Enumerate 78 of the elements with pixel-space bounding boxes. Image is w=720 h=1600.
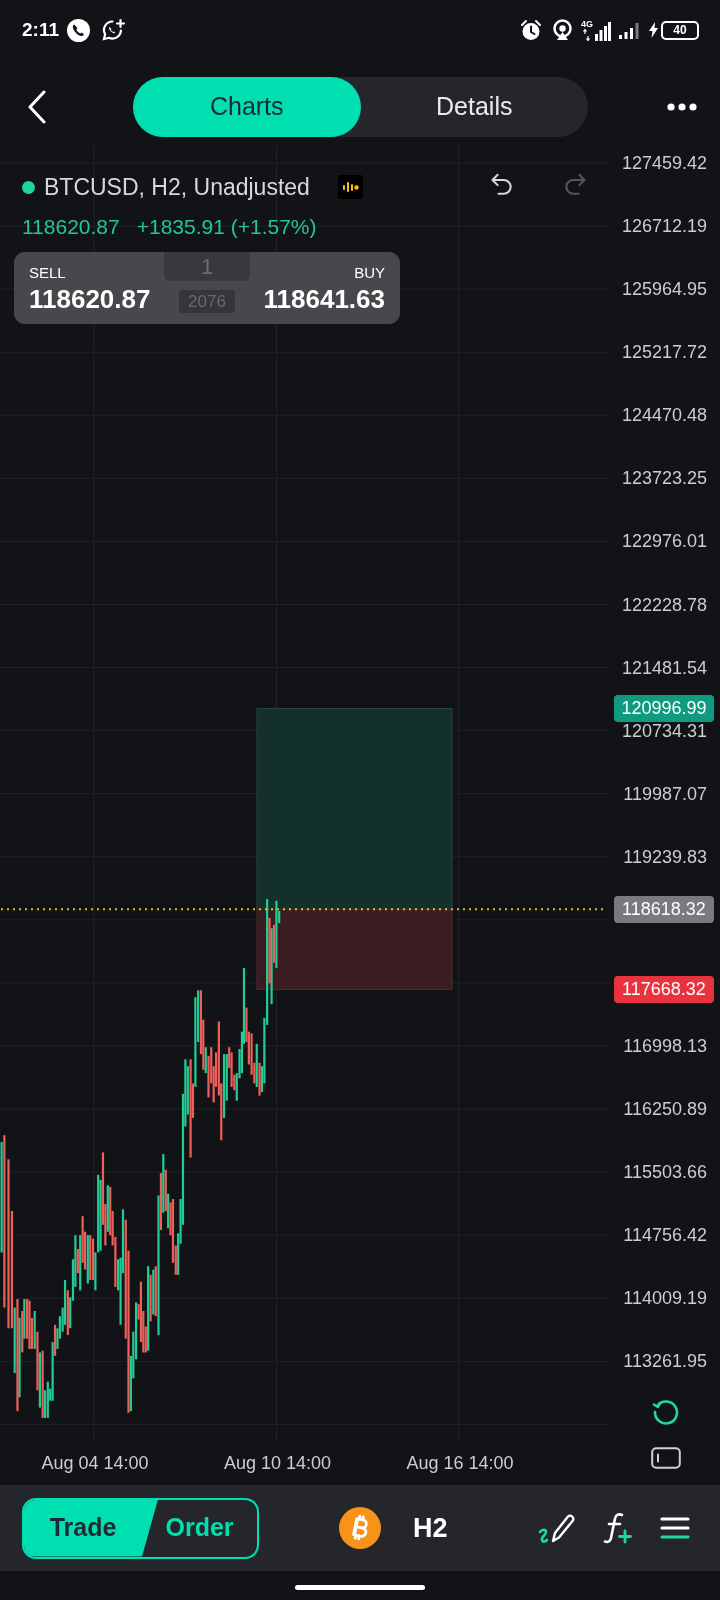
rising-candle — [79, 1235, 82, 1291]
rising-candle — [152, 1269, 155, 1315]
landscape-icon — [651, 1447, 681, 1469]
status-time: 2:11 — [22, 18, 59, 42]
price-axis-label: 121481.54 — [621, 659, 707, 677]
falling-candle — [21, 1311, 24, 1353]
rising-candle — [23, 1299, 26, 1339]
price-axis-label: 120734.31 — [621, 722, 707, 740]
falling-candle — [149, 1274, 152, 1322]
price-axis-label: 114009.19 — [623, 1289, 707, 1307]
time-axis-label: Aug 16 14:00 — [406, 1453, 514, 1473]
price-axis-label: 125217.72 — [621, 343, 707, 361]
price-axis-label: 123723.25 — [621, 469, 707, 487]
price-axis-label: 124470.48 — [621, 406, 707, 424]
symbol-title: BTCUSD, H2, Unadjusted — [44, 173, 310, 201]
timeframe-button[interactable]: H2 — [407, 1503, 454, 1553]
rising-candle — [167, 1193, 170, 1229]
price-axis-label: 122976.01 — [621, 532, 707, 550]
rising-candle — [162, 1154, 165, 1213]
falling-candle — [66, 1290, 69, 1336]
chat-icon — [101, 17, 126, 43]
mode-tab[interactable]: Trade — [24, 1499, 158, 1557]
price-axis-label: 116998.13 — [623, 1037, 707, 1055]
price-axis-label: 126712.19 — [621, 217, 707, 235]
price-axis-label: 116250.89 — [623, 1100, 707, 1118]
sell-label: SELL — [29, 264, 66, 282]
mode-tab[interactable]: Order — [158, 1499, 257, 1557]
falling-candle — [53, 1324, 57, 1356]
price-axis-label: 113261.95 — [623, 1352, 707, 1370]
falling-candle — [36, 1331, 39, 1391]
data-arrows-icon — [583, 28, 591, 41]
menu-icon — [660, 1516, 690, 1540]
falling-candle — [164, 1169, 167, 1212]
hotspot-icon — [552, 19, 573, 41]
falling-candle — [41, 1350, 44, 1418]
rising-candle — [86, 1235, 89, 1284]
last-price: 118620.87 — [22, 214, 120, 240]
time-axis-label: Aug 04 14:00 — [41, 1453, 149, 1473]
price-axis-label: 122228.78 — [621, 596, 707, 614]
more-icon — [667, 103, 697, 111]
rising-candle — [204, 1047, 207, 1074]
rising-candle — [38, 1352, 41, 1408]
network-type-label: 4G — [581, 19, 593, 29]
rising-candle — [13, 1307, 16, 1374]
price-axis-label: 119987.07 — [623, 785, 707, 803]
landscape-button[interactable] — [650, 1445, 682, 1471]
charging-icon — [649, 22, 658, 38]
coin-icon — [339, 1507, 381, 1549]
price-axis-label: 127459.42 — [621, 154, 707, 172]
call-icon — [67, 18, 90, 42]
falling-candle — [76, 1249, 79, 1274]
price-axis-label: 125964.95 — [621, 280, 707, 298]
chevron-left-icon — [27, 90, 47, 124]
rising-candle — [106, 1185, 109, 1232]
price-axis-label: 114756.42 — [623, 1226, 707, 1244]
falling-candle — [258, 1062, 261, 1096]
rising-candle — [33, 1311, 36, 1349]
take-profit-label: 120996.99 — [614, 695, 714, 722]
function-plus-icon — [601, 1510, 633, 1546]
signal-bars-icon — [619, 21, 639, 39]
audio-bars-icon — [338, 175, 363, 199]
tab[interactable]: Details — [360, 77, 588, 137]
stop-loss-label: 117668.32 — [614, 976, 714, 1003]
sell-price: 118620.87 — [29, 284, 151, 314]
price-change: +1835.91 (+1.57%) — [136, 214, 317, 240]
price-axis-label: 119239.83 — [623, 848, 707, 866]
alarm-icon — [520, 19, 542, 41]
signal-bars-icon — [595, 21, 611, 41]
falling-candle — [154, 1266, 157, 1317]
buy-price: 118641.63 — [263, 284, 385, 314]
current-price-label: 118618.32 — [614, 896, 714, 923]
tab[interactable]: Charts — [133, 77, 361, 137]
battery-indicator: 40 — [661, 20, 699, 40]
price-axis-label: 115503.66 — [623, 1163, 707, 1181]
time-axis-label: Aug 10 14:00 — [223, 1453, 332, 1473]
rising-candle — [255, 1043, 258, 1087]
falling-candle — [159, 1173, 162, 1230]
buy-label: BUY — [354, 264, 385, 282]
